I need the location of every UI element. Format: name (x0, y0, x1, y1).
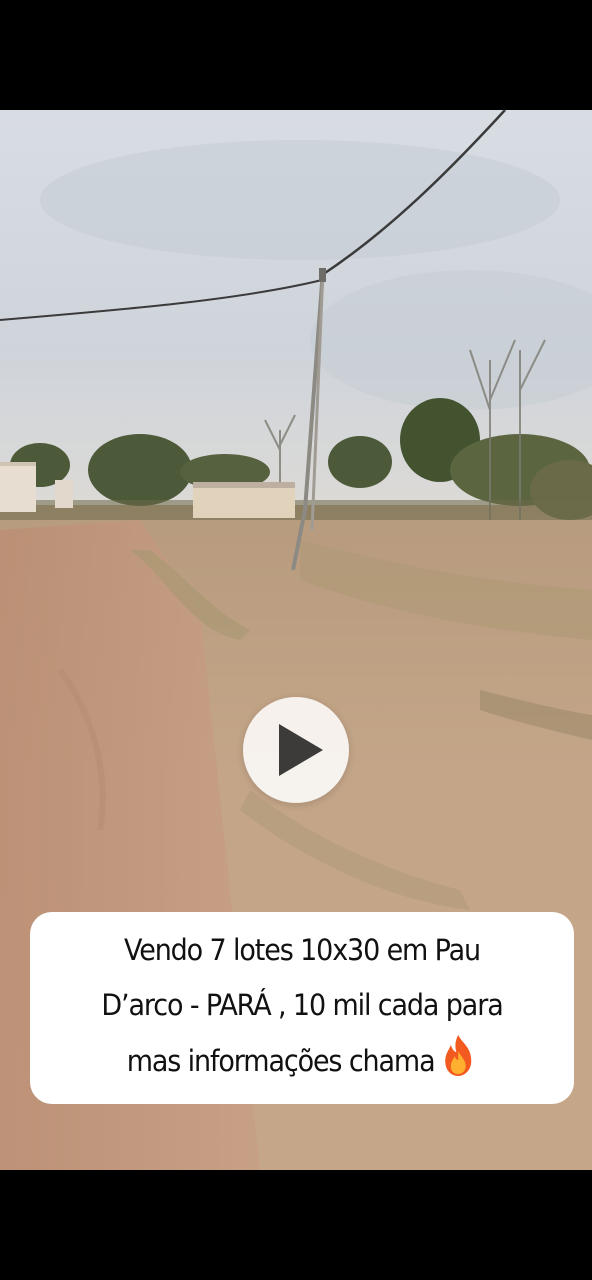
fire-icon (440, 1033, 477, 1095)
caption-overlay: Vendo 7 lotes 10x30 em Pau D’arco - PARÁ… (30, 912, 574, 1104)
screen: Vendo 7 lotes 10x30 em Pau D’arco - PARÁ… (0, 0, 592, 1280)
play-icon (279, 724, 323, 776)
caption-line-1: Vendo 7 lotes 10x30 em Pau (123, 933, 481, 967)
video-player[interactable]: Vendo 7 lotes 10x30 em Pau D’arco - PARÁ… (0, 110, 592, 1170)
caption-line-3-text: mas informações chama (126, 1044, 436, 1078)
caption-line-2: D’arco - PARÁ , 10 mil cada para (101, 988, 503, 1022)
caption-line-3: mas informações chama (62, 1033, 542, 1095)
play-button[interactable] (243, 697, 349, 803)
